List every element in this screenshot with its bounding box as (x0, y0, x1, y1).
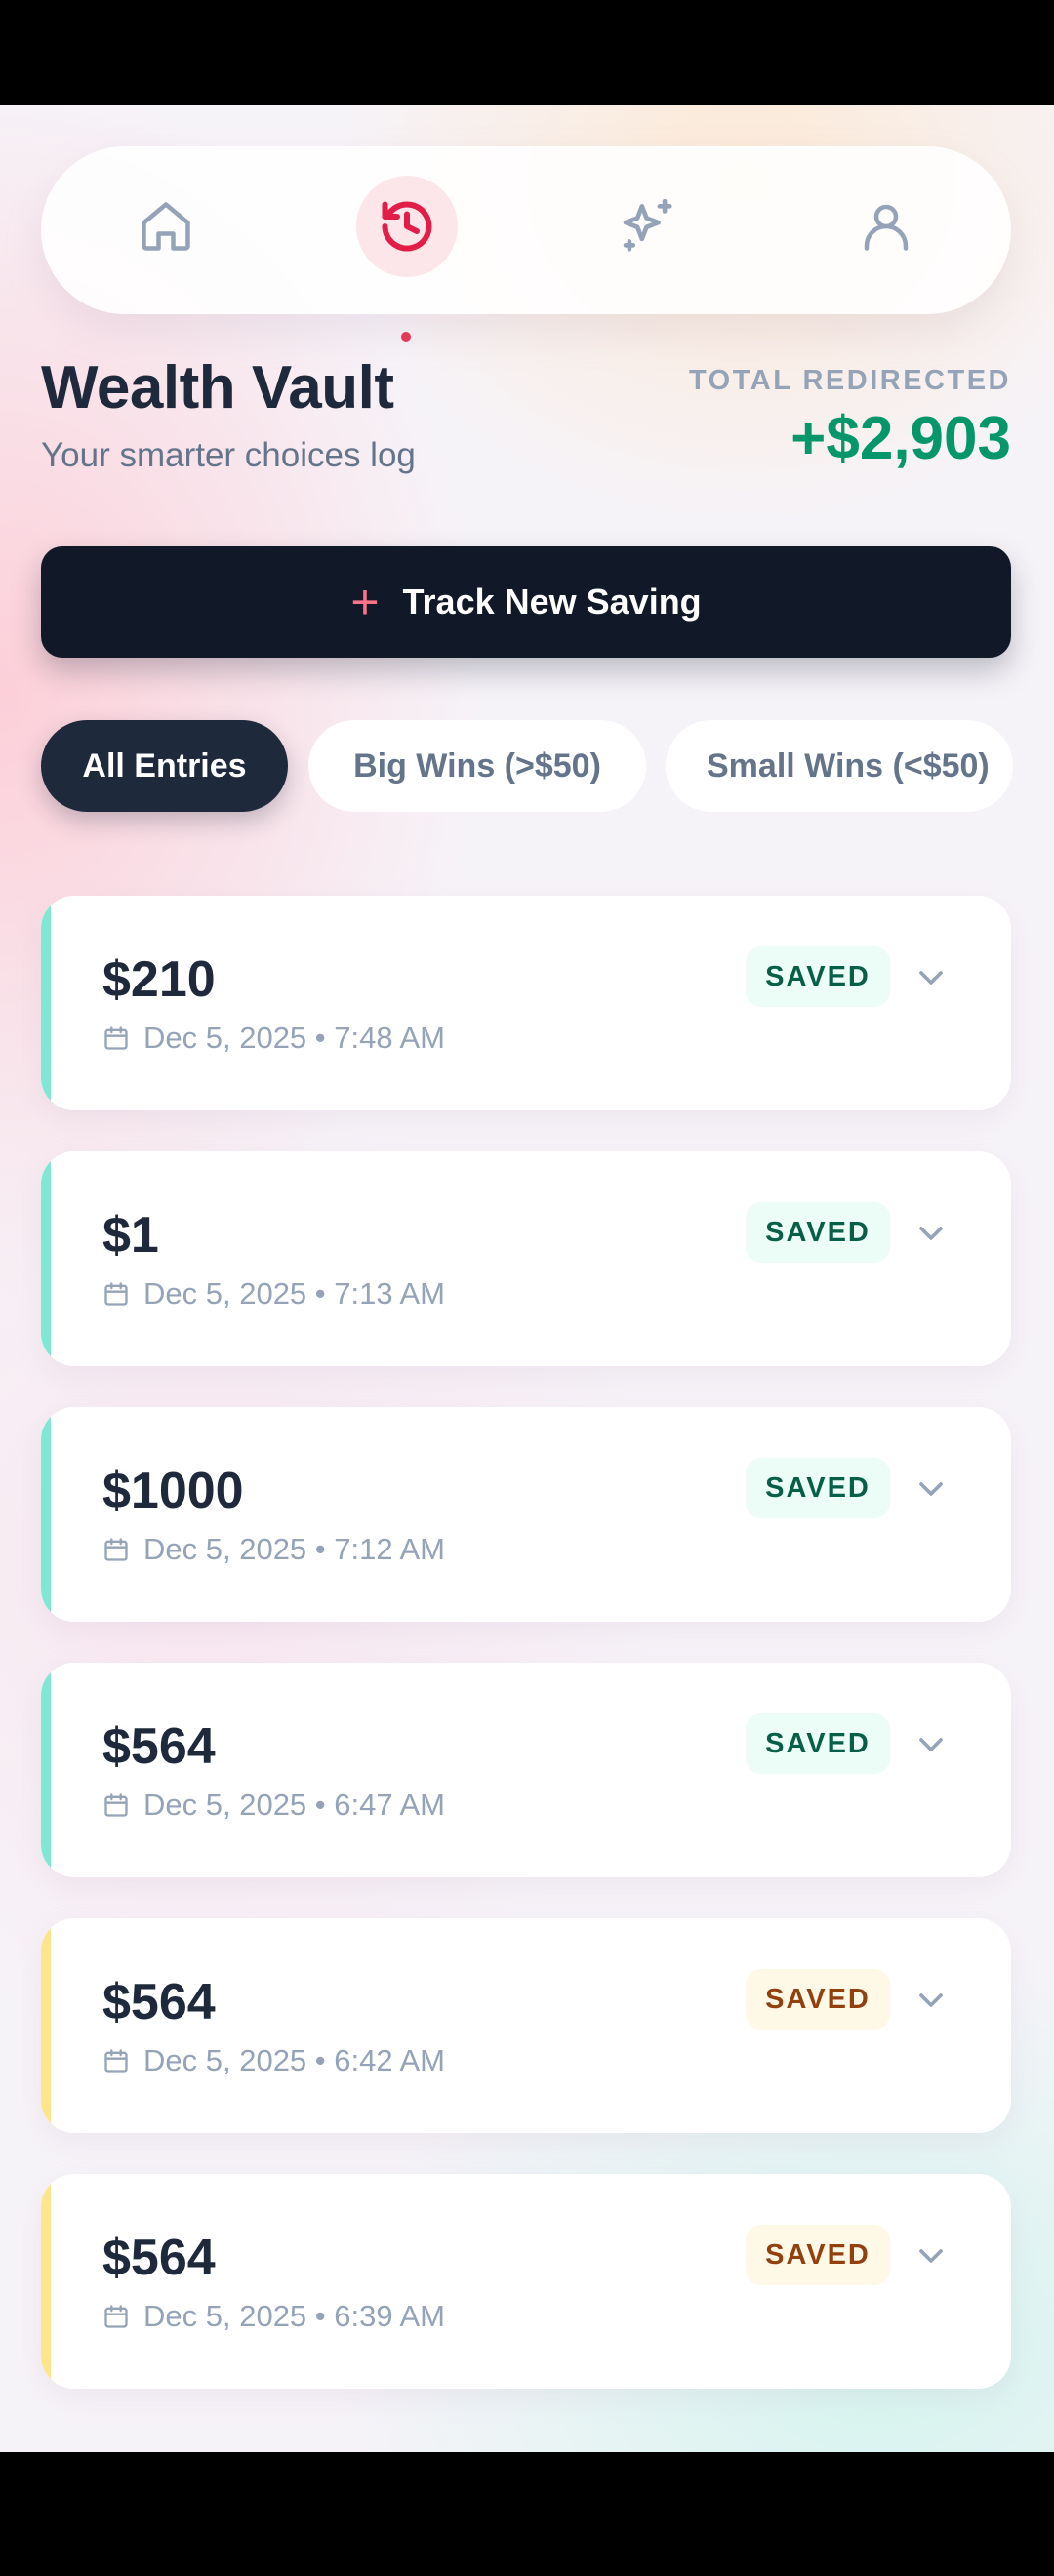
entry-card[interactable]: $564 Dec 5, 2025 • 6:39 AM SAVED (41, 2174, 1011, 2389)
entry-date-row: Dec 5, 2025 • 6:39 AM (102, 2299, 445, 2334)
entry-card[interactable]: $1000 Dec 5, 2025 • 7:12 AM SAVED (41, 1407, 1011, 1622)
status-badge: SAVED (746, 1969, 890, 2030)
status-badge: SAVED (746, 1202, 890, 1263)
system-navigation-bar (0, 2452, 1054, 2576)
entry-date-row: Dec 5, 2025 • 7:13 AM (102, 1276, 445, 1311)
entry-card[interactable]: $564 Dec 5, 2025 • 6:47 AM SAVED (41, 1663, 1011, 1877)
nav-insights[interactable] (596, 176, 698, 277)
calendar-icon (104, 1538, 128, 1561)
chevron-down-icon[interactable] (912, 1725, 951, 1764)
nav-history[interactable] (356, 176, 458, 277)
nav-profile[interactable] (835, 176, 937, 277)
entry-amount: $1000 (102, 1463, 244, 1519)
filter-small-wins[interactable]: Small Wins (<$50) (666, 720, 1013, 812)
entry-amount: $564 (102, 2230, 216, 2286)
calendar-icon (104, 2049, 128, 2073)
filter-all-entries[interactable]: All Entries (41, 720, 288, 812)
entry-card[interactable]: $210 Dec 5, 2025 • 7:48 AM SAVED (41, 896, 1011, 1110)
plus-icon: + (350, 575, 380, 629)
app-screen: Wealth Vault Your smarter choices log TO… (0, 105, 1054, 2452)
entry-date: Dec 5, 2025 • 7:12 AM (143, 1532, 445, 1566)
entry-accent-bar (41, 896, 51, 1110)
track-new-saving-button[interactable]: + Track New Saving (41, 546, 1011, 658)
home-icon (142, 202, 190, 251)
track-button-label: Track New Saving (402, 582, 702, 622)
entry-date: Dec 5, 2025 • 7:13 AM (143, 1276, 445, 1310)
top-nav (41, 146, 1011, 314)
entry-date-row: Dec 5, 2025 • 7:48 AM (102, 1021, 445, 1056)
calendar-icon (104, 1282, 128, 1306)
filter-label: All Entries (82, 746, 247, 785)
status-badge: SAVED (746, 1713, 890, 1774)
status-badge: SAVED (746, 1458, 890, 1518)
entry-date: Dec 5, 2025 • 6:39 AM (143, 2299, 445, 2333)
entry-amount: $564 (102, 1718, 216, 1775)
page-subtitle: Your smarter choices log (41, 436, 416, 474)
page-title: Wealth Vault (41, 354, 394, 422)
history-icon (382, 201, 432, 252)
entry-accent-bar (41, 2174, 51, 2389)
calendar-icon (104, 1793, 128, 1817)
calendar-icon (104, 2305, 128, 2328)
filter-label: Big Wins (>$50) (353, 746, 601, 785)
entry-date-row: Dec 5, 2025 • 6:47 AM (102, 1788, 445, 1823)
chevron-down-icon[interactable] (912, 2236, 951, 2275)
total-value: +$2,903 (790, 405, 1011, 472)
sparkles-icon (623, 198, 672, 252)
entry-date: Dec 5, 2025 • 6:42 AM (143, 2043, 445, 2077)
entry-amount: $1 (102, 1207, 159, 1264)
entry-accent-bar (41, 1407, 51, 1622)
chevron-down-icon[interactable] (912, 1469, 951, 1509)
entry-accent-bar (41, 1663, 51, 1877)
filter-big-wins[interactable]: Big Wins (>$50) (308, 720, 646, 812)
user-icon (864, 204, 909, 251)
status-badge: SAVED (746, 2225, 890, 2285)
active-indicator-dot (401, 332, 411, 342)
entry-date: Dec 5, 2025 • 7:48 AM (143, 1021, 445, 1055)
calendar-icon (104, 1026, 128, 1050)
entry-accent-bar (41, 1151, 51, 1366)
chevron-down-icon[interactable] (912, 958, 951, 997)
entry-accent-bar (41, 1918, 51, 2133)
chevron-down-icon[interactable] (912, 1981, 951, 2020)
entry-date-row: Dec 5, 2025 • 7:12 AM (102, 1532, 445, 1567)
status-badge: SAVED (746, 946, 890, 1007)
entry-date-row: Dec 5, 2025 • 6:42 AM (102, 2043, 445, 2078)
nav-home[interactable] (115, 176, 217, 277)
entry-card[interactable]: $564 Dec 5, 2025 • 6:42 AM SAVED (41, 1918, 1011, 2133)
total-label: TOTAL REDIRECTED (688, 365, 1011, 396)
status-bar (0, 0, 1054, 105)
entry-amount: $210 (102, 951, 216, 1008)
chevron-down-icon[interactable] (912, 1214, 951, 1253)
entry-card[interactable]: $1 Dec 5, 2025 • 7:13 AM SAVED (41, 1151, 1011, 1366)
entry-amount: $564 (102, 1974, 216, 2031)
entry-date: Dec 5, 2025 • 6:47 AM (143, 1788, 445, 1822)
filter-label: Small Wins (<$50) (707, 746, 990, 785)
